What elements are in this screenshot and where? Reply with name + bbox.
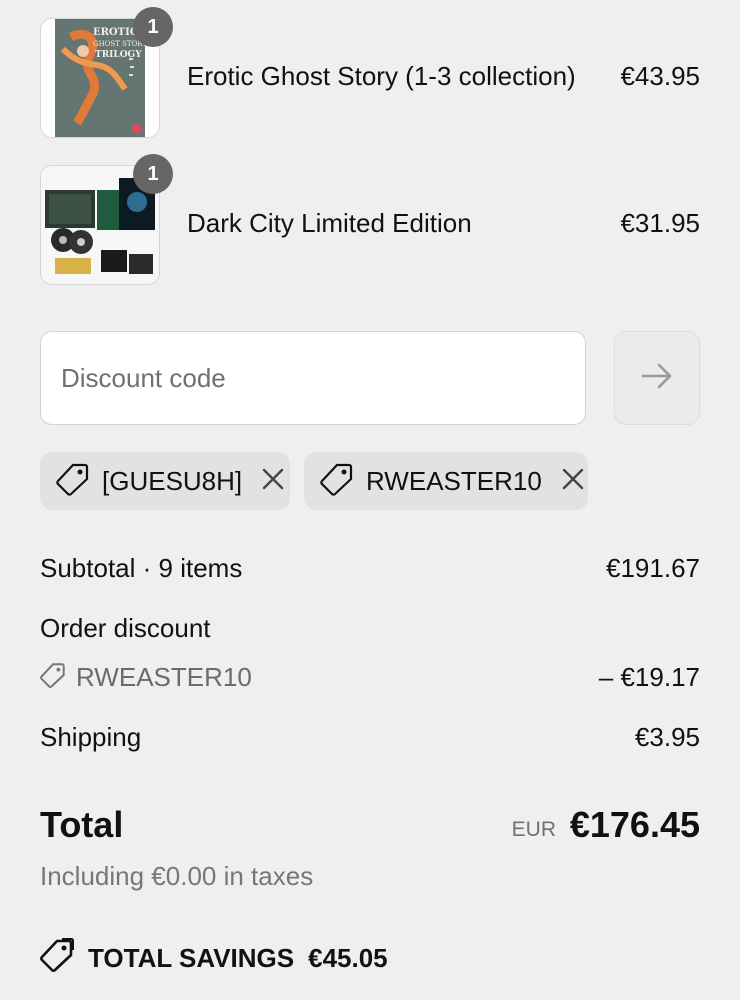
order-discount-label: Order discount bbox=[40, 613, 211, 643]
tag-icon bbox=[56, 462, 90, 501]
apply-discount-button[interactable] bbox=[614, 331, 700, 425]
discount-code-input[interactable] bbox=[40, 331, 586, 425]
discount-code-label: [GUESU8H] bbox=[102, 465, 243, 496]
item-name: Dark City Limited Edition bbox=[187, 208, 472, 238]
shipping-label: Shipping bbox=[40, 722, 142, 752]
quantity-badge: 1 bbox=[133, 154, 173, 194]
subtotal-label: Subtotal · 9 items bbox=[40, 553, 243, 583]
item-price: €31.95 bbox=[620, 208, 700, 238]
remove-code-icon[interactable] bbox=[560, 466, 586, 497]
applied-code-chip: RWEASTER10 bbox=[304, 452, 588, 510]
discount-code-label: RWEASTER10 bbox=[366, 465, 542, 496]
arrow-right-icon bbox=[640, 359, 674, 398]
order-discount-value: – €19.17 bbox=[598, 662, 700, 692]
shipping-value: €3.95 bbox=[634, 722, 700, 752]
order-discount-code-label: RWEASTER10 bbox=[76, 662, 252, 692]
order-discount-code: RWEASTER10 bbox=[40, 662, 252, 693]
total-label: Total bbox=[40, 804, 124, 845]
total-savings-label: TOTAL SAVINGS bbox=[88, 943, 295, 973]
item-price: €43.95 bbox=[620, 61, 700, 91]
tax-note: Including €0.00 in taxes bbox=[40, 861, 314, 891]
total-savings-amount: €45.05 bbox=[308, 943, 388, 973]
cover-title-line-1: EROTIC bbox=[93, 27, 138, 38]
currency-code: EUR bbox=[511, 818, 556, 841]
total-savings: TOTAL SAVINGS €45.05 bbox=[40, 937, 388, 979]
subtotal-value: €191.67 bbox=[606, 553, 700, 583]
remove-code-icon[interactable] bbox=[260, 466, 286, 497]
tag-icon bbox=[40, 662, 66, 693]
line-item: 1 Dark City Limited Edition €31.95 bbox=[40, 154, 700, 285]
product-thumbnail: 1 bbox=[40, 154, 173, 285]
item-name: Erotic Ghost Story (1-3 collection) bbox=[187, 61, 576, 91]
total-amount: €176.45 bbox=[569, 804, 700, 845]
quantity-badge: 1 bbox=[133, 7, 173, 47]
savings-tag-icon bbox=[40, 937, 75, 979]
product-thumbnail: EROTIC GHOST STORY TRILOGY 1 bbox=[40, 7, 173, 138]
applied-code-chip: [GUESU8H] bbox=[40, 452, 290, 510]
cover-title-line-3: TRILOGY bbox=[95, 50, 142, 60]
line-item: EROTIC GHOST STORY TRILOGY 1 Erotic Ghos… bbox=[40, 7, 700, 138]
tag-icon bbox=[320, 462, 354, 501]
